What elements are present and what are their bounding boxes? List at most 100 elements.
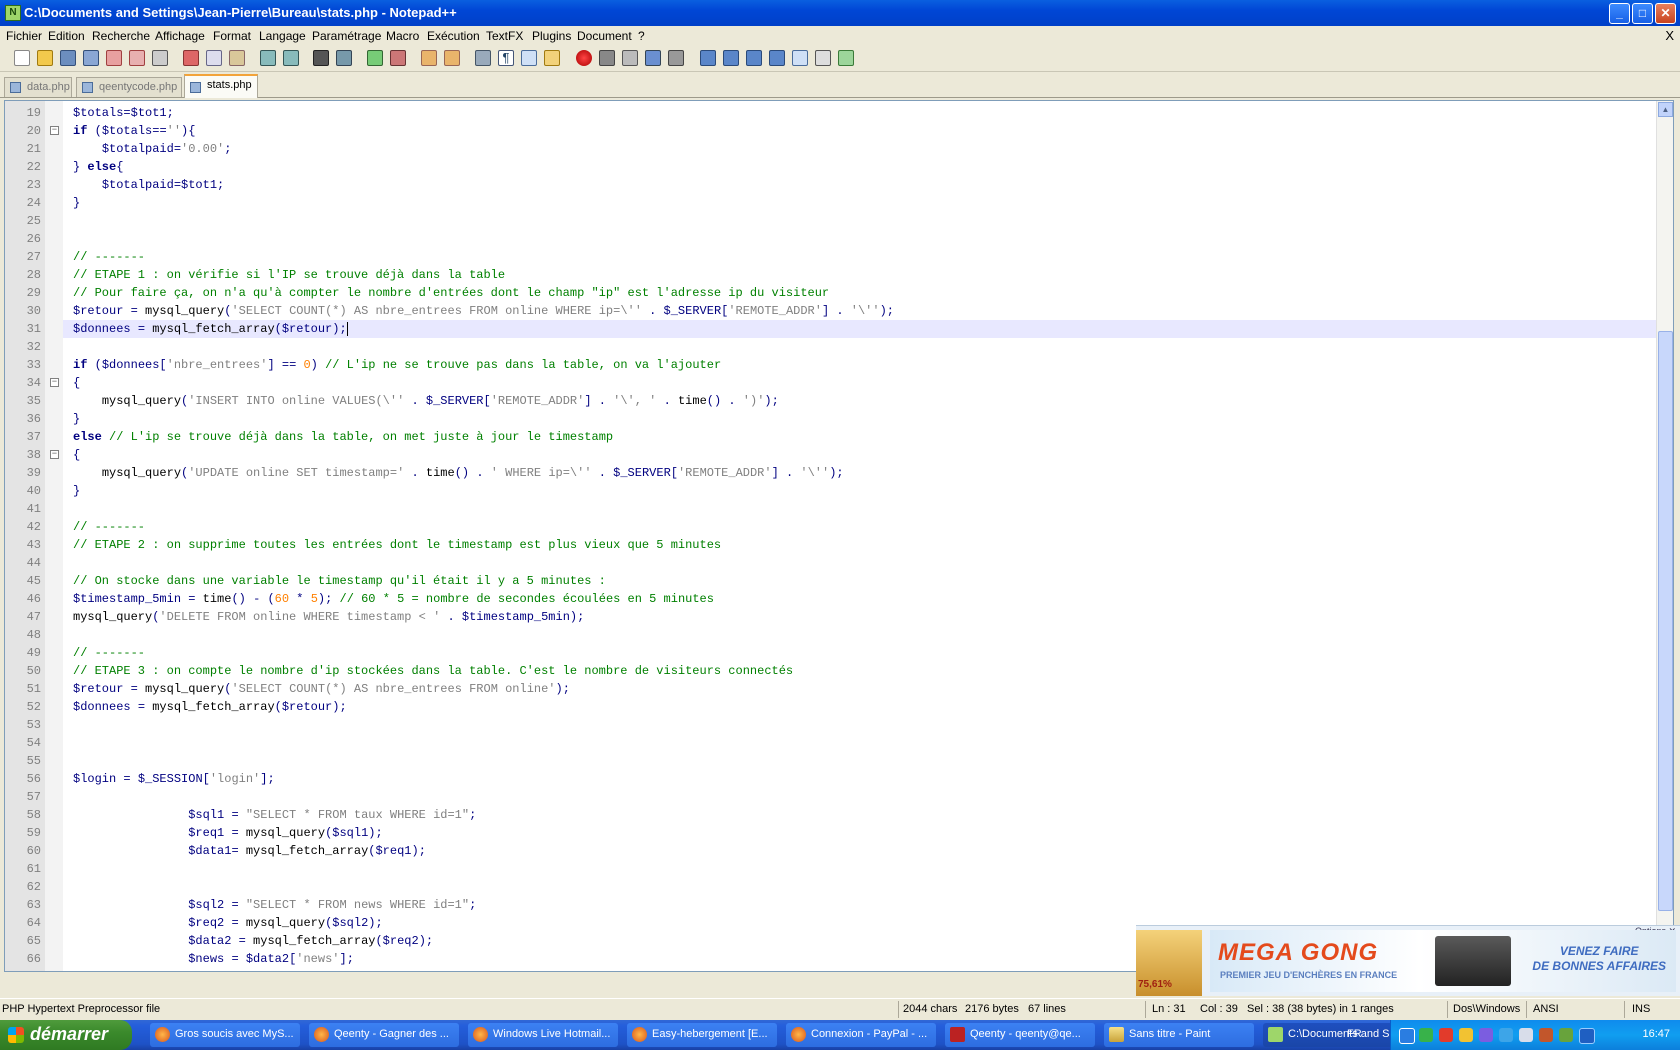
- textfx-compare-icon[interactable]: [815, 50, 831, 66]
- code-line[interactable]: 42 // -------: [27, 518, 1659, 536]
- maximize-button[interactable]: □: [1632, 3, 1653, 24]
- code-line[interactable]: 21 $totalpaid='0.00';: [27, 140, 1659, 158]
- code-line[interactable]: 39 mysql_query('UPDATE online SET timest…: [27, 464, 1659, 482]
- taskbar-item[interactable]: Gros soucis avec MyS...: [150, 1023, 300, 1047]
- textfx-down-icon[interactable]: [746, 50, 762, 66]
- close-button[interactable]: ✕: [1655, 3, 1676, 24]
- taskbar-item[interactable]: Qeenty - Gagner des ...: [309, 1023, 459, 1047]
- indent-guide-icon[interactable]: [521, 50, 537, 66]
- connection-icon[interactable]: [1579, 1028, 1595, 1044]
- menu-document[interactable]: Document: [577, 29, 632, 43]
- tab-stats-php[interactable]: stats.php: [184, 74, 258, 98]
- code-line[interactable]: 48: [27, 626, 1659, 644]
- code-line[interactable]: 59 $req1 = mysql_query($sql1);: [27, 824, 1659, 842]
- vertical-scrollbar[interactable]: ▲ ▼: [1656, 101, 1673, 971]
- start-button[interactable]: démarrer: [0, 1020, 132, 1050]
- menu-textfx[interactable]: TextFX: [486, 29, 523, 43]
- code-line[interactable]: 63 $sql2 = "SELECT * FROM news WHERE id=…: [27, 896, 1659, 914]
- close-file-icon[interactable]: [106, 50, 122, 66]
- code-line[interactable]: 50 // ETAPE 3 : on compte le nombre d'ip …: [27, 662, 1659, 680]
- taskbar-item[interactable]: Connexion - PayPal - ...: [786, 1023, 936, 1047]
- textfx-top-icon[interactable]: [700, 50, 716, 66]
- tray-app-icon[interactable]: [1479, 1028, 1493, 1042]
- code-line[interactable]: 20− if ($totals==''){: [27, 122, 1659, 140]
- code-line[interactable]: 19 $totals=$tot1;: [27, 104, 1659, 122]
- redo-icon[interactable]: [283, 50, 299, 66]
- code-line[interactable]: 24}: [27, 194, 1659, 212]
- code-line[interactable]: 49 // -------: [27, 644, 1659, 662]
- code-line[interactable]: 36}: [27, 410, 1659, 428]
- spellcheck-icon[interactable]: [838, 50, 854, 66]
- replace-icon[interactable]: [336, 50, 352, 66]
- minimize-button[interactable]: _: [1609, 3, 1630, 24]
- tray-expand-icon[interactable]: [1399, 1028, 1415, 1044]
- code-line[interactable]: 45 // On stocke dans une variable le time…: [27, 572, 1659, 590]
- menu-fichier[interactable]: Fichier: [6, 29, 42, 43]
- macro-record-icon[interactable]: [576, 50, 592, 66]
- word-wrap-icon[interactable]: [475, 50, 491, 66]
- code-line[interactable]: 55: [27, 752, 1659, 770]
- document-close-icon[interactable]: X: [1665, 28, 1674, 43]
- menu-format[interactable]: Format: [213, 29, 251, 43]
- paste-icon[interactable]: [229, 50, 245, 66]
- save-icon[interactable]: [60, 50, 76, 66]
- code-line[interactable]: 56 $login = $_SESSION['login'];: [27, 770, 1659, 788]
- save-all-icon[interactable]: [83, 50, 99, 66]
- sync-vertical-icon[interactable]: [421, 50, 437, 66]
- ad-main-panel[interactable]: MEGA GONG PREMIER JEU D'ENCHÈRES EN FRAN…: [1210, 930, 1676, 992]
- update-icon[interactable]: [1559, 1028, 1573, 1042]
- code-line[interactable]: 53: [27, 716, 1659, 734]
- scroll-up-button[interactable]: ▲: [1658, 102, 1673, 117]
- menu-parametrage[interactable]: Paramétrage: [312, 29, 381, 43]
- menu-edition[interactable]: Edition: [48, 29, 85, 43]
- fold-toggle-icon[interactable]: −: [50, 378, 59, 387]
- volume-icon[interactable]: [1519, 1028, 1533, 1042]
- show-all-chars-icon[interactable]: ¶: [498, 50, 514, 66]
- code-line[interactable]: 28 // ETAPE 1 : on vérifie si l'IP se tro…: [27, 266, 1659, 284]
- taskbar-item[interactable]: Sans titre - Paint: [1104, 1023, 1254, 1047]
- close-all-icon[interactable]: [129, 50, 145, 66]
- menu-macro[interactable]: Macro: [386, 29, 419, 43]
- taskbar-item[interactable]: Qeenty - qeenty@qe...: [945, 1023, 1095, 1047]
- code-area[interactable]: 19 $totals=$tot1; 20− if ($totals==''){21 $…: [27, 104, 1659, 971]
- messenger-icon[interactable]: [1419, 1028, 1433, 1042]
- fold-toggle-icon[interactable]: −: [50, 126, 59, 135]
- code-line[interactable]: 35 mysql_query('INSERT INTO online VALUE…: [27, 392, 1659, 410]
- notepadpp-app-icon[interactable]: N: [5, 5, 21, 21]
- new-file-icon[interactable]: [14, 50, 30, 66]
- code-line[interactable]: 61: [27, 860, 1659, 878]
- code-line[interactable]: 40}: [27, 482, 1659, 500]
- tab-qeentycode-php[interactable]: qeentycode.php: [76, 77, 182, 97]
- code-line[interactable]: 44: [27, 554, 1659, 572]
- menu-langage[interactable]: Langage: [259, 29, 306, 43]
- security-icon[interactable]: [1539, 1028, 1553, 1042]
- code-line[interactable]: 43 // ETAPE 2 : on supprime toutes les en…: [27, 536, 1659, 554]
- code-line[interactable]: 62: [27, 878, 1659, 896]
- code-line[interactable]: 46 $timestamp_5min = time() - (60 * 5); /…: [27, 590, 1659, 608]
- antivirus-icon[interactable]: [1439, 1028, 1453, 1042]
- zoom-in-icon[interactable]: [367, 50, 383, 66]
- sync-horizontal-icon[interactable]: [444, 50, 460, 66]
- open-file-icon[interactable]: [37, 50, 53, 66]
- taskbar-item[interactable]: Easy-hebergement [E...: [627, 1023, 777, 1047]
- menu-recherche[interactable]: Recherche: [92, 29, 150, 43]
- code-line[interactable]: 25: [27, 212, 1659, 230]
- find-icon[interactable]: [313, 50, 329, 66]
- code-line[interactable]: 38− {: [27, 446, 1659, 464]
- scrollbar-thumb[interactable]: [1658, 331, 1673, 911]
- zoom-out-icon[interactable]: [390, 50, 406, 66]
- copy-icon[interactable]: [206, 50, 222, 66]
- print-icon[interactable]: [152, 50, 168, 66]
- macro-stop-icon[interactable]: [599, 50, 615, 66]
- macro-save-icon[interactable]: [668, 50, 684, 66]
- undo-icon[interactable]: [260, 50, 276, 66]
- code-line[interactable]: 33 if ($donnees['nbre_entrees'] == 0) // …: [27, 356, 1659, 374]
- bluetooth-icon[interactable]: [1499, 1028, 1513, 1042]
- code-editor[interactable]: 19 $totals=$tot1; 20− if ($totals==''){21 $…: [4, 100, 1674, 972]
- ad-trophy-image[interactable]: 75,61%: [1136, 930, 1202, 996]
- menu-execution[interactable]: Exécution: [427, 29, 480, 43]
- code-line[interactable]: 22} else{: [27, 158, 1659, 176]
- language-indicator[interactable]: FR: [1347, 1028, 1362, 1040]
- code-line[interactable]: 47 mysql_query('DELETE FROM online WHERE …: [27, 608, 1659, 626]
- code-line[interactable]: 41: [27, 500, 1659, 518]
